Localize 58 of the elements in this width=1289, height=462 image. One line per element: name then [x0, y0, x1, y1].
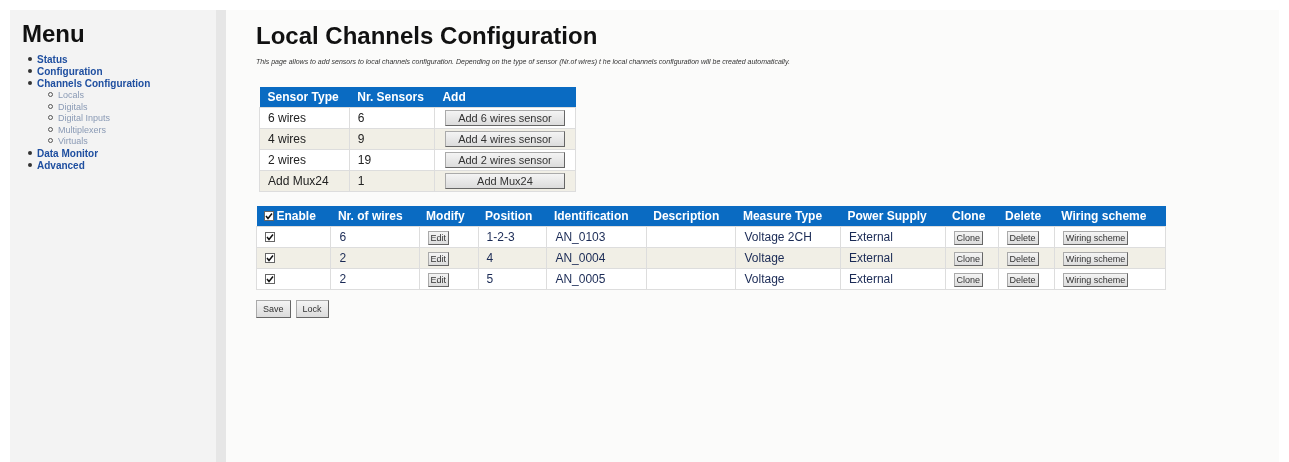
- menu-link[interactable]: Data Monitor: [37, 147, 99, 159]
- menu-link[interactable]: Configuration: [37, 66, 103, 77]
- add-sensor-button[interactable]: Add 6 wires sensor: [444, 110, 565, 126]
- bullet-icon: [28, 162, 32, 167]
- delete-button[interactable]: Delete: [1006, 272, 1039, 287]
- bullet-icon: [28, 57, 32, 61]
- column-header: Wiring scheme: [1054, 206, 1166, 227]
- enable-all-checkbox[interactable]: [263, 211, 274, 221]
- add-sensor-button[interactable]: Add 4 wires sensor: [444, 131, 565, 147]
- table-cell: Add Mux24: [259, 170, 350, 192]
- table-cell: 6: [349, 107, 435, 129]
- table-cell: External: [840, 226, 945, 248]
- menu-title: Menu: [22, 20, 86, 48]
- delete-button[interactable]: Delete: [1006, 230, 1039, 245]
- column-header: Measure Type: [735, 206, 841, 227]
- table-cell: 1-2-3: [478, 226, 547, 248]
- table-cell: Voltage 2CH: [735, 226, 841, 248]
- clone-button[interactable]: Clone: [953, 272, 984, 287]
- table-cell: 6 wires: [259, 107, 350, 129]
- column-header: Identification: [546, 206, 647, 227]
- bullet-icon: [28, 150, 32, 155]
- add-sensor-button[interactable]: Add 2 wires sensor: [444, 152, 565, 168]
- column-header: Position: [478, 206, 547, 227]
- enable-checkbox[interactable]: [265, 274, 275, 284]
- menu-link[interactable]: Channels Configuration: [37, 78, 151, 89]
- column-header: Nr. of wires: [330, 206, 420, 227]
- bullet-icon: [28, 69, 32, 73]
- enable-checkbox[interactable]: [265, 232, 275, 242]
- edit-button[interactable]: Edit: [427, 272, 450, 287]
- bullet-icon: [28, 81, 32, 85]
- menu-link[interactable]: Advanced: [37, 159, 85, 171]
- table-cell: AN_0103: [546, 226, 647, 248]
- column-header: Sensor Type: [259, 87, 350, 108]
- menu-link[interactable]: Status: [37, 54, 68, 65]
- column-header: Delete: [998, 206, 1055, 227]
- table-cell: 4 wires: [259, 128, 350, 150]
- column-header: Clone: [945, 206, 999, 227]
- table-cell: 6: [330, 226, 420, 248]
- column-header: Nr. Sensors: [349, 87, 435, 108]
- wiring-scheme-button[interactable]: Wiring scheme: [1062, 272, 1129, 287]
- edit-button[interactable]: Edit: [427, 230, 450, 245]
- delete-button[interactable]: Delete: [1006, 251, 1039, 266]
- action-button[interactable]: Lock: [295, 300, 329, 318]
- action-button[interactable]: Save: [256, 300, 291, 318]
- column-header: Add: [434, 87, 576, 108]
- page-title: Local Channels Configuration: [256, 22, 599, 50]
- wiring-scheme-button[interactable]: Wiring scheme: [1062, 251, 1129, 266]
- column-header: Enable: [276, 209, 316, 223]
- edit-button[interactable]: Edit: [427, 251, 450, 266]
- add-sensor-button[interactable]: Add Mux24: [444, 173, 565, 189]
- clone-button[interactable]: Clone: [953, 251, 984, 266]
- table-cell: 2 wires: [259, 149, 350, 171]
- column-header: Power Supply: [840, 206, 945, 227]
- wiring-scheme-button[interactable]: Wiring scheme: [1062, 230, 1129, 245]
- clone-button[interactable]: Clone: [953, 230, 984, 245]
- enable-checkbox[interactable]: [265, 253, 275, 263]
- column-header: Modify: [419, 206, 479, 227]
- column-header: Description: [646, 206, 736, 227]
